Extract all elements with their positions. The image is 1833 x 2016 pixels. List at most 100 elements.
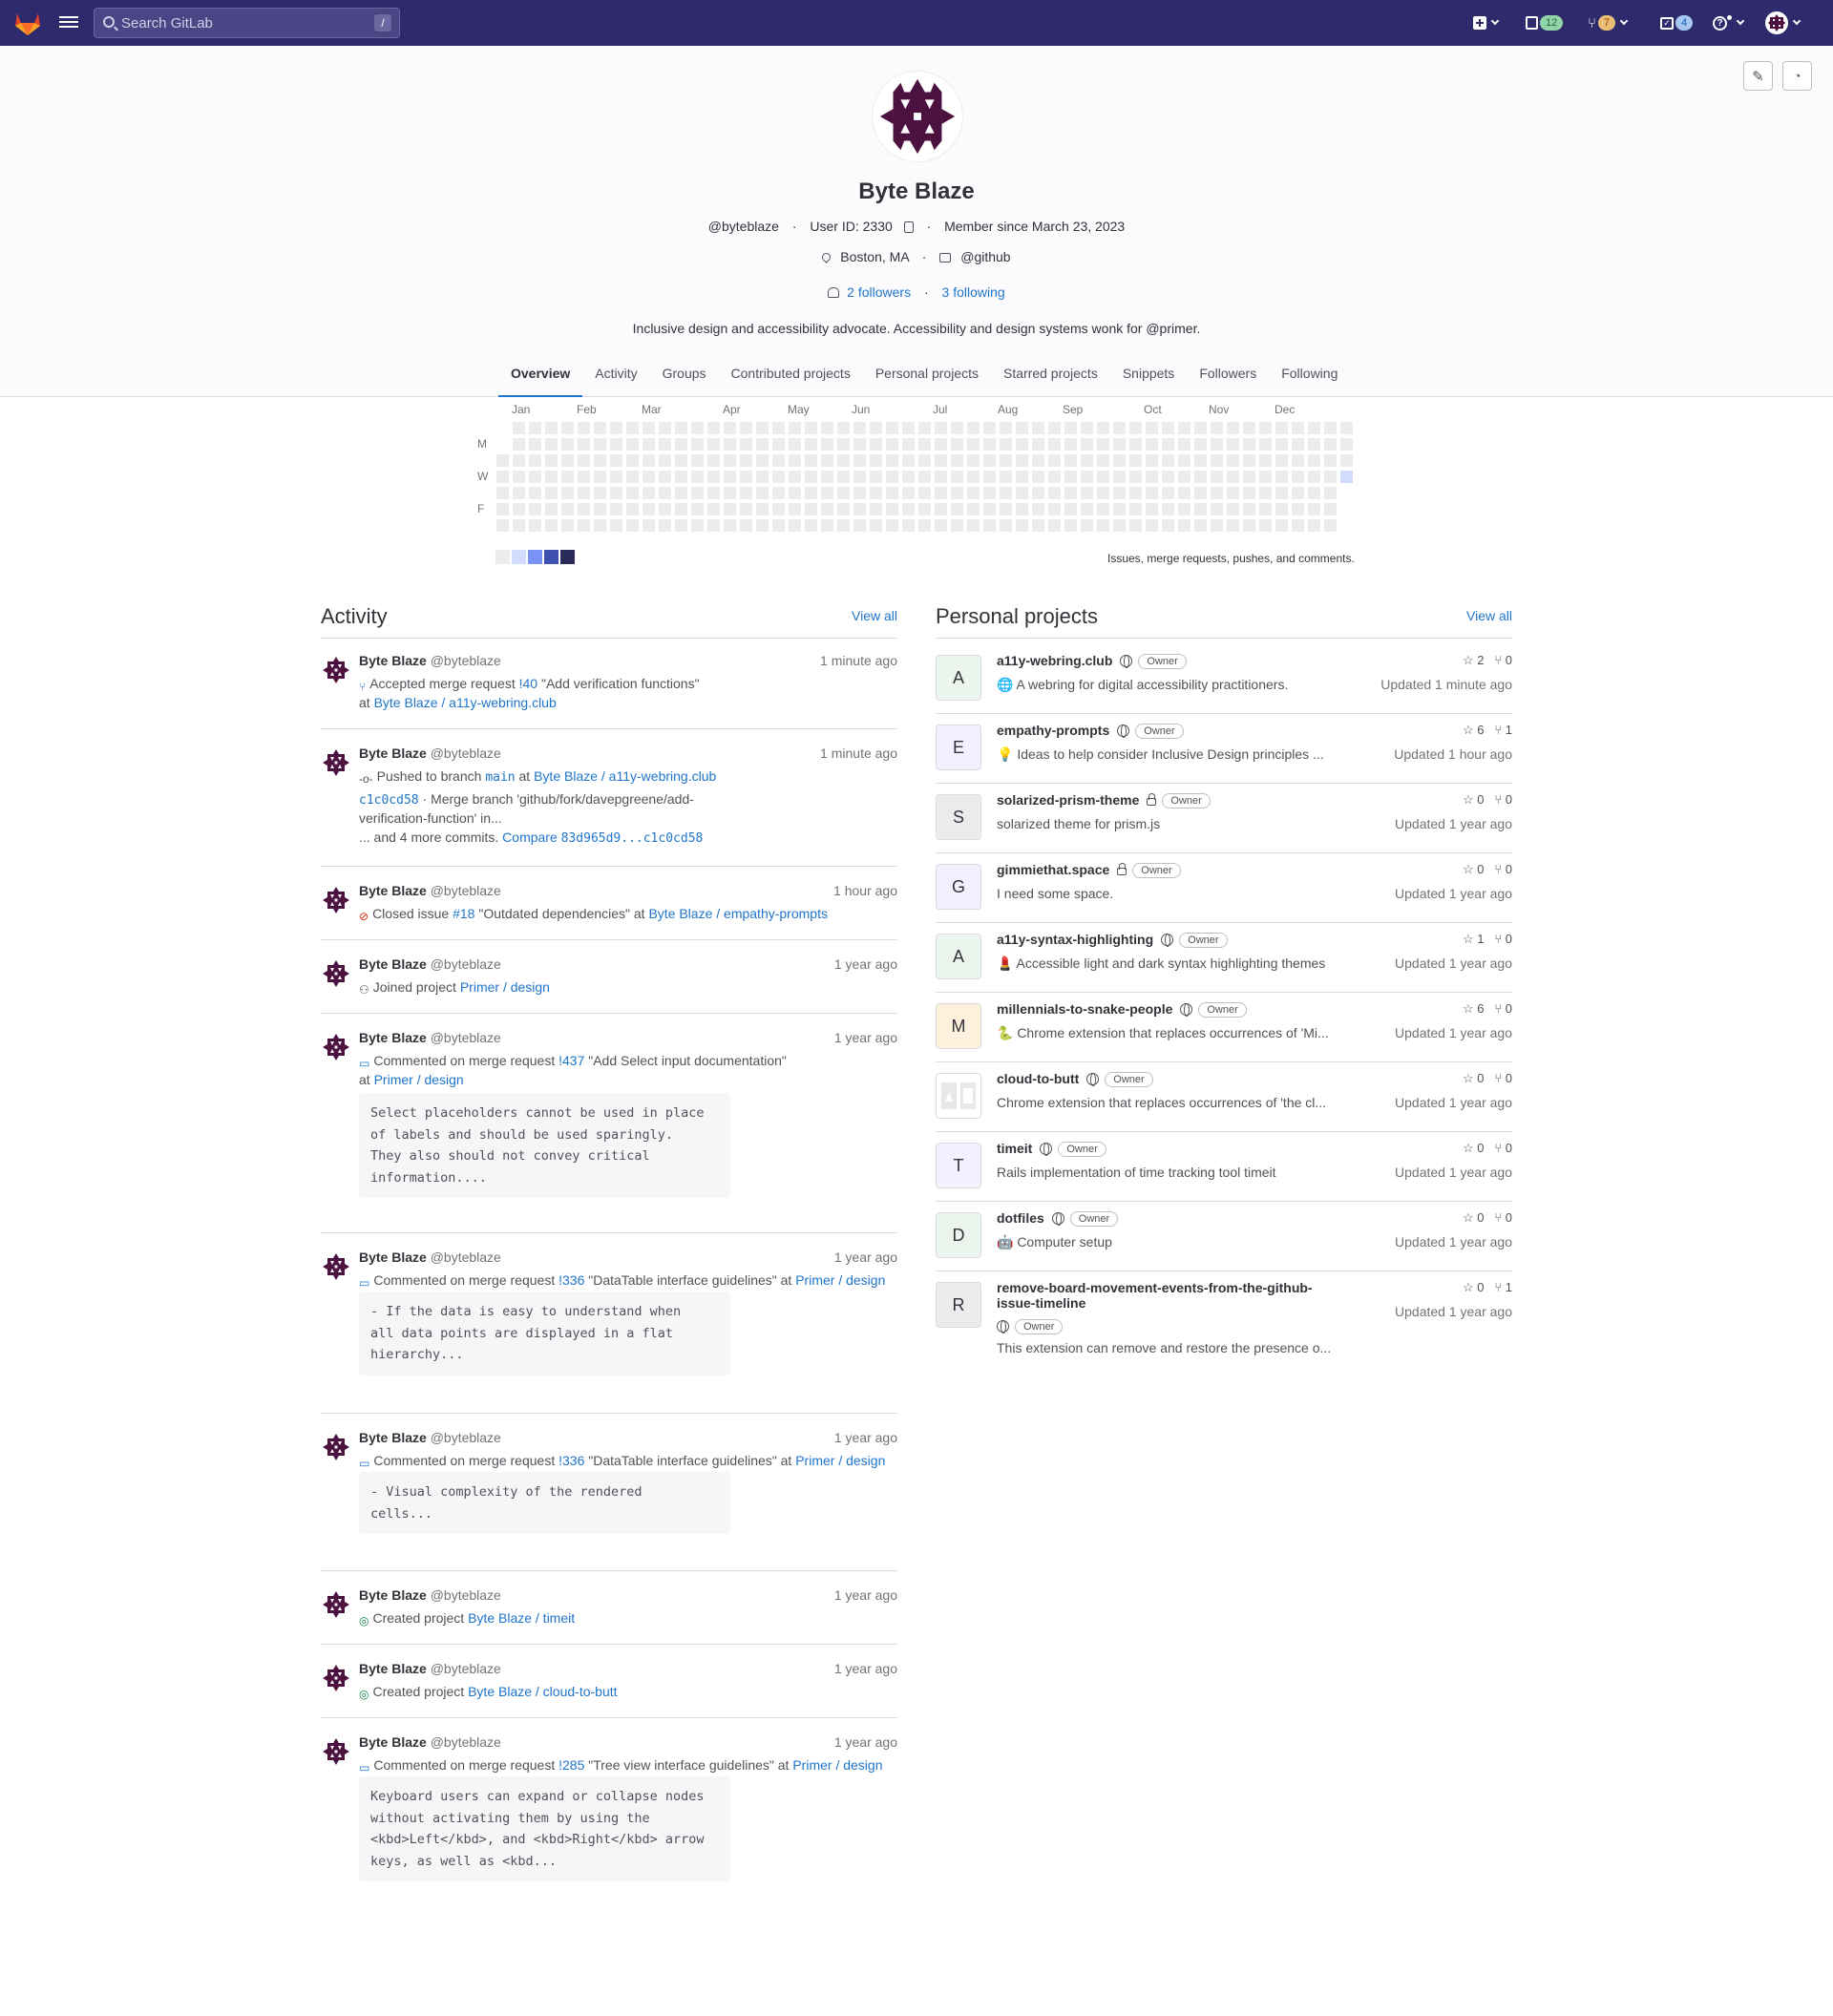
contribution-day-cell[interactable] xyxy=(529,519,541,532)
contribution-day-cell[interactable] xyxy=(951,503,963,515)
contribution-day-cell[interactable] xyxy=(1048,471,1061,483)
project-name-text[interactable]: millennials-to-snake-people xyxy=(997,1001,1172,1017)
contribution-day-cell[interactable] xyxy=(1048,422,1061,434)
contribution-day-cell[interactable] xyxy=(1324,503,1337,515)
contribution-day-cell[interactable] xyxy=(1227,454,1239,467)
contribution-day-cell[interactable] xyxy=(918,454,931,467)
contribution-day-cell[interactable] xyxy=(1259,454,1272,467)
contribution-day-cell[interactable] xyxy=(837,471,850,483)
contribution-day-cell[interactable] xyxy=(918,487,931,499)
contribution-day-cell[interactable] xyxy=(1178,454,1190,467)
contribution-day-cell[interactable] xyxy=(1064,487,1077,499)
contribution-day-cell[interactable] xyxy=(1259,471,1272,483)
contribution-day-cell[interactable] xyxy=(886,454,898,467)
contribution-day-cell[interactable] xyxy=(707,438,720,451)
contribution-day-cell[interactable] xyxy=(1081,471,1093,483)
contribution-day-cell[interactable] xyxy=(805,422,817,434)
contribution-day-cell[interactable] xyxy=(1340,422,1353,434)
fork-icon[interactable]: ⑂ xyxy=(1485,1280,1506,1294)
contribution-day-cell[interactable] xyxy=(772,438,785,451)
contribution-day-cell[interactable] xyxy=(1048,519,1061,532)
contribution-day-cell[interactable] xyxy=(1243,503,1255,515)
contribution-day-cell[interactable] xyxy=(1292,422,1304,434)
contribution-day-cell[interactable] xyxy=(1129,519,1142,532)
star-icon[interactable]: ☆ xyxy=(1463,1001,1477,1016)
contribution-day-cell[interactable] xyxy=(756,471,769,483)
contribution-day-cell[interactable] xyxy=(626,454,639,467)
event-link[interactable]: Byte Blaze / cloud-to-butt xyxy=(468,1684,617,1699)
contribution-day-cell[interactable] xyxy=(610,519,622,532)
contribution-day-cell[interactable] xyxy=(983,438,996,451)
contribution-day-cell[interactable] xyxy=(967,422,980,434)
event-link[interactable]: !336 xyxy=(558,1272,584,1288)
contribution-day-cell[interactable] xyxy=(691,422,704,434)
event-link[interactable]: Primer / design xyxy=(460,979,550,995)
tab-starred-projects[interactable]: Starred projects xyxy=(991,361,1110,397)
project-name-text[interactable]: a11y-webring.club xyxy=(997,653,1112,668)
contribution-day-cell[interactable] xyxy=(1048,487,1061,499)
contribution-day-cell[interactable] xyxy=(740,503,752,515)
contribution-day-cell[interactable] xyxy=(935,471,947,483)
contribution-day-cell[interactable] xyxy=(967,487,980,499)
author-avatar[interactable] xyxy=(321,1032,351,1062)
contribution-day-cell[interactable] xyxy=(1016,471,1028,483)
contribution-day-cell[interactable] xyxy=(643,438,655,451)
contribution-day-cell[interactable] xyxy=(1000,422,1012,434)
contribution-day-cell[interactable] xyxy=(1259,503,1272,515)
contribution-day-cell[interactable] xyxy=(707,422,720,434)
project-name[interactable]: a11y-webring.club Owner xyxy=(997,653,1187,669)
contribution-day-cell[interactable] xyxy=(513,422,525,434)
contribution-day-cell[interactable] xyxy=(1243,471,1255,483)
contribution-day-cell[interactable] xyxy=(1129,471,1142,483)
contribution-day-cell[interactable] xyxy=(805,471,817,483)
contribution-day-cell[interactable] xyxy=(724,438,736,451)
contribution-day-cell[interactable] xyxy=(659,454,671,467)
contribution-day-cell[interactable] xyxy=(496,471,509,483)
contribution-day-cell[interactable] xyxy=(951,454,963,467)
contribution-day-cell[interactable] xyxy=(1178,503,1190,515)
author-avatar[interactable] xyxy=(321,1663,351,1693)
contribution-day-cell[interactable] xyxy=(594,422,606,434)
contribution-day-cell[interactable] xyxy=(724,471,736,483)
edit-profile-button[interactable]: ✎ xyxy=(1743,61,1773,91)
contribution-day-cell[interactable] xyxy=(1292,487,1304,499)
contribution-day-cell[interactable] xyxy=(545,422,558,434)
contribution-day-cell[interactable] xyxy=(675,519,687,532)
contribution-day-cell[interactable] xyxy=(1162,503,1174,515)
contribution-day-cell[interactable] xyxy=(1146,438,1158,451)
contribution-day-cell[interactable] xyxy=(1211,454,1223,467)
fork-icon[interactable]: ⑂ xyxy=(1485,1210,1506,1225)
contribution-day-cell[interactable] xyxy=(1064,471,1077,483)
contribution-day-cell[interactable] xyxy=(886,519,898,532)
contribution-day-cell[interactable] xyxy=(578,454,590,467)
contribution-day-cell[interactable] xyxy=(496,519,509,532)
contribution-day-cell[interactable] xyxy=(529,503,541,515)
contribution-day-cell[interactable] xyxy=(902,503,915,515)
contribution-day-cell[interactable] xyxy=(610,471,622,483)
contribution-day-cell[interactable] xyxy=(853,487,866,499)
contribution-day-cell[interactable] xyxy=(643,503,655,515)
contribution-day-cell[interactable] xyxy=(967,519,980,532)
contribution-day-cell[interactable] xyxy=(772,471,785,483)
contribution-day-cell[interactable] xyxy=(935,503,947,515)
contribution-day-cell[interactable] xyxy=(740,454,752,467)
contribution-day-cell[interactable] xyxy=(1129,422,1142,434)
author-name[interactable]: Byte Blaze xyxy=(359,1250,427,1265)
contribution-day-cell[interactable] xyxy=(1340,471,1353,483)
commit-sha-link[interactable]: c1c0cd58 xyxy=(359,793,419,808)
contribution-day-cell[interactable] xyxy=(1211,503,1223,515)
contribution-day-cell[interactable] xyxy=(610,487,622,499)
contribution-day-cell[interactable] xyxy=(772,422,785,434)
contribution-day-cell[interactable] xyxy=(1324,519,1337,532)
contribution-day-cell[interactable] xyxy=(1243,454,1255,467)
contribution-day-cell[interactable] xyxy=(1097,454,1109,467)
contribution-day-cell[interactable] xyxy=(496,487,509,499)
contribution-day-cell[interactable] xyxy=(496,454,509,467)
contribution-day-cell[interactable] xyxy=(983,471,996,483)
contribution-day-cell[interactable] xyxy=(918,519,931,532)
contribution-day-cell[interactable] xyxy=(1227,438,1239,451)
contribution-day-cell[interactable] xyxy=(1162,519,1174,532)
following-link[interactable]: 3 following xyxy=(942,284,1005,300)
contribution-day-cell[interactable] xyxy=(724,454,736,467)
contribution-day-cell[interactable] xyxy=(935,454,947,467)
